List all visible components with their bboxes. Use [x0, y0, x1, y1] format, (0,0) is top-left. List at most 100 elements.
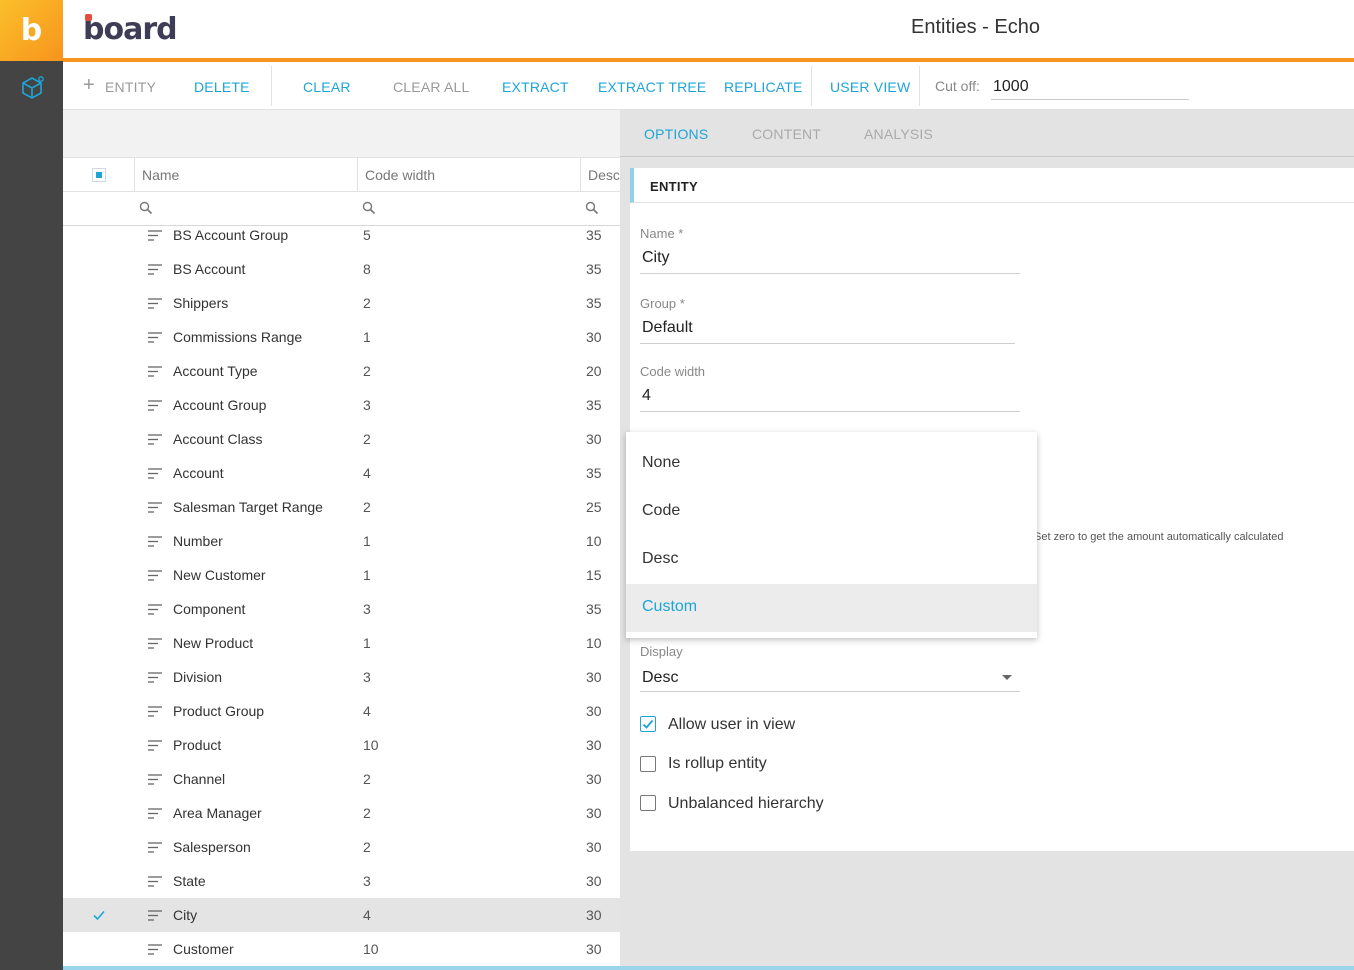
- entity-name: Product: [173, 737, 222, 753]
- entity-name: Division: [173, 669, 223, 685]
- search-icon[interactable]: [585, 201, 599, 215]
- table-row[interactable]: Product 10 30: [63, 728, 620, 762]
- tab-analysis[interactable]: ANALYSIS: [864, 126, 933, 142]
- cutoff-input[interactable]: [991, 74, 1189, 100]
- option-label: Code: [642, 502, 681, 519]
- name-label: Name *: [640, 226, 684, 241]
- entity-code-width: 3: [363, 873, 371, 889]
- is-rollup-label[interactable]: Is rollup entity: [668, 755, 767, 773]
- hint-text: Set zero to get the amount automatically…: [1034, 531, 1284, 543]
- hierarchy-lines-icon: [148, 842, 162, 853]
- is-rollup-checkbox[interactable]: [640, 756, 656, 772]
- entity-desc-width: 35: [586, 465, 602, 481]
- entity-name: Salesperson: [173, 839, 251, 855]
- code-width-field[interactable]: 4: [642, 387, 651, 405]
- dropdown-option-custom[interactable]: Custom: [626, 584, 1037, 632]
- search-icon[interactable]: [362, 201, 376, 215]
- entity-name: Salesman Target Range: [173, 499, 323, 515]
- delete-button[interactable]: DELETE: [194, 79, 250, 95]
- entity-desc-width: 30: [586, 839, 602, 855]
- clear-button[interactable]: CLEAR: [303, 79, 351, 95]
- chevron-down-icon[interactable]: [1002, 675, 1012, 680]
- hierarchy-lines-icon: [148, 774, 162, 785]
- table-row[interactable]: BS Account 8 35: [63, 252, 620, 286]
- column-header-name[interactable]: Name: [142, 167, 179, 183]
- table-row[interactable]: Account Type 2 20: [63, 354, 620, 388]
- extract-tree-button[interactable]: EXTRACT TREE: [598, 79, 706, 95]
- allow-user-in-view-checkbox[interactable]: [640, 716, 656, 732]
- hierarchy-lines-icon: [148, 910, 162, 921]
- replicate-button[interactable]: REPLICATE: [724, 79, 803, 95]
- section-header: ENTITY: [630, 168, 1354, 203]
- entity-desc-width: 10: [586, 635, 602, 651]
- entity-code-width: 1: [363, 533, 371, 549]
- entity-code-width: 2: [363, 771, 371, 787]
- table-row[interactable]: New Customer 1 15: [63, 558, 620, 592]
- table-row[interactable]: Channel 2 30: [63, 762, 620, 796]
- left-rail: b: [0, 0, 63, 970]
- table-row[interactable]: Customer 10 30: [63, 932, 620, 966]
- table-row[interactable]: Number 1 10: [63, 524, 620, 558]
- group-field[interactable]: Default: [642, 319, 693, 337]
- entity-code-width: 2: [363, 499, 371, 515]
- dropdown-menu: None Code Desc Custom: [626, 432, 1037, 638]
- column-divider: [580, 158, 581, 192]
- entity-code-width: 4: [363, 907, 371, 923]
- group-label: Group *: [640, 296, 685, 311]
- entity-desc-width: 30: [586, 703, 602, 719]
- select-all-checkbox[interactable]: [92, 168, 106, 182]
- table-row[interactable]: City 4 30: [63, 898, 620, 932]
- unbalanced-hierarchy-label[interactable]: Unbalanced hierarchy: [668, 795, 824, 813]
- list-top-bar: [63, 110, 620, 158]
- table-row[interactable]: New Product 1 10: [63, 626, 620, 660]
- toolbar-divider: [811, 66, 812, 106]
- hierarchy-lines-icon: [148, 230, 162, 241]
- entity-desc-width: 15: [586, 567, 602, 583]
- table-row[interactable]: Product Group 4 30: [63, 694, 620, 728]
- tab-content[interactable]: CONTENT: [752, 126, 821, 142]
- dropdown-option-none[interactable]: None: [626, 440, 1037, 488]
- entity-name: Component: [173, 601, 246, 617]
- hierarchy-lines-icon: [148, 672, 162, 683]
- table-row[interactable]: Division 3 30: [63, 660, 620, 694]
- user-view-button[interactable]: USER VIEW: [830, 79, 910, 95]
- column-header-code-width[interactable]: Code width: [365, 167, 435, 183]
- entity-name: Channel: [173, 771, 226, 787]
- brand-logo: board: [83, 12, 178, 47]
- entity-name: Account Class: [173, 431, 263, 447]
- table-row[interactable]: Account Class 2 30: [63, 422, 620, 456]
- header: board Entities - Echo: [63, 0, 1354, 58]
- dropdown-option-code[interactable]: Code: [626, 488, 1037, 536]
- option-label: Desc: [642, 550, 679, 567]
- checkmark-icon[interactable]: [91, 907, 107, 923]
- table-row[interactable]: Area Manager 2 30: [63, 796, 620, 830]
- table-row[interactable]: Salesperson 2 30: [63, 830, 620, 864]
- display-select[interactable]: Desc: [642, 669, 678, 687]
- entity-code-width: 3: [363, 397, 371, 413]
- entity-name: Area Manager: [173, 805, 262, 821]
- unbalanced-hierarchy-checkbox[interactable]: [640, 795, 656, 811]
- entity-cube-icon[interactable]: [18, 74, 46, 102]
- clear-all-button[interactable]: CLEAR ALL: [393, 79, 470, 95]
- table-row[interactable]: Commissions Range 1 30: [63, 320, 620, 354]
- extract-button[interactable]: EXTRACT: [502, 79, 569, 95]
- entity-name: New Product: [173, 635, 254, 651]
- allow-user-in-view-label[interactable]: Allow user in view: [668, 716, 795, 734]
- search-icon[interactable]: [139, 201, 153, 215]
- bottom-scroll-strip: [63, 966, 1354, 970]
- table-header: Name Code width Desc: [63, 158, 620, 192]
- table-row[interactable]: Salesman Target Range 2 25: [63, 490, 620, 524]
- table-row[interactable]: Account Group 3 35: [63, 388, 620, 422]
- hierarchy-lines-icon: [148, 876, 162, 887]
- entity-code-width: 2: [363, 431, 371, 447]
- table-row[interactable]: Account 4 35: [63, 456, 620, 490]
- table-row[interactable]: Shippers 2 35: [63, 286, 620, 320]
- add-entity-button[interactable]: ENTITY: [105, 79, 156, 95]
- board-logo-icon[interactable]: b: [0, 0, 63, 61]
- table-row[interactable]: State 3 30: [63, 864, 620, 898]
- tab-options[interactable]: OPTIONS: [644, 126, 708, 142]
- table-row[interactable]: Component 3 35: [63, 592, 620, 626]
- name-field[interactable]: City: [642, 249, 670, 267]
- column-header-desc[interactable]: Desc: [588, 167, 620, 183]
- dropdown-option-desc[interactable]: Desc: [626, 536, 1037, 584]
